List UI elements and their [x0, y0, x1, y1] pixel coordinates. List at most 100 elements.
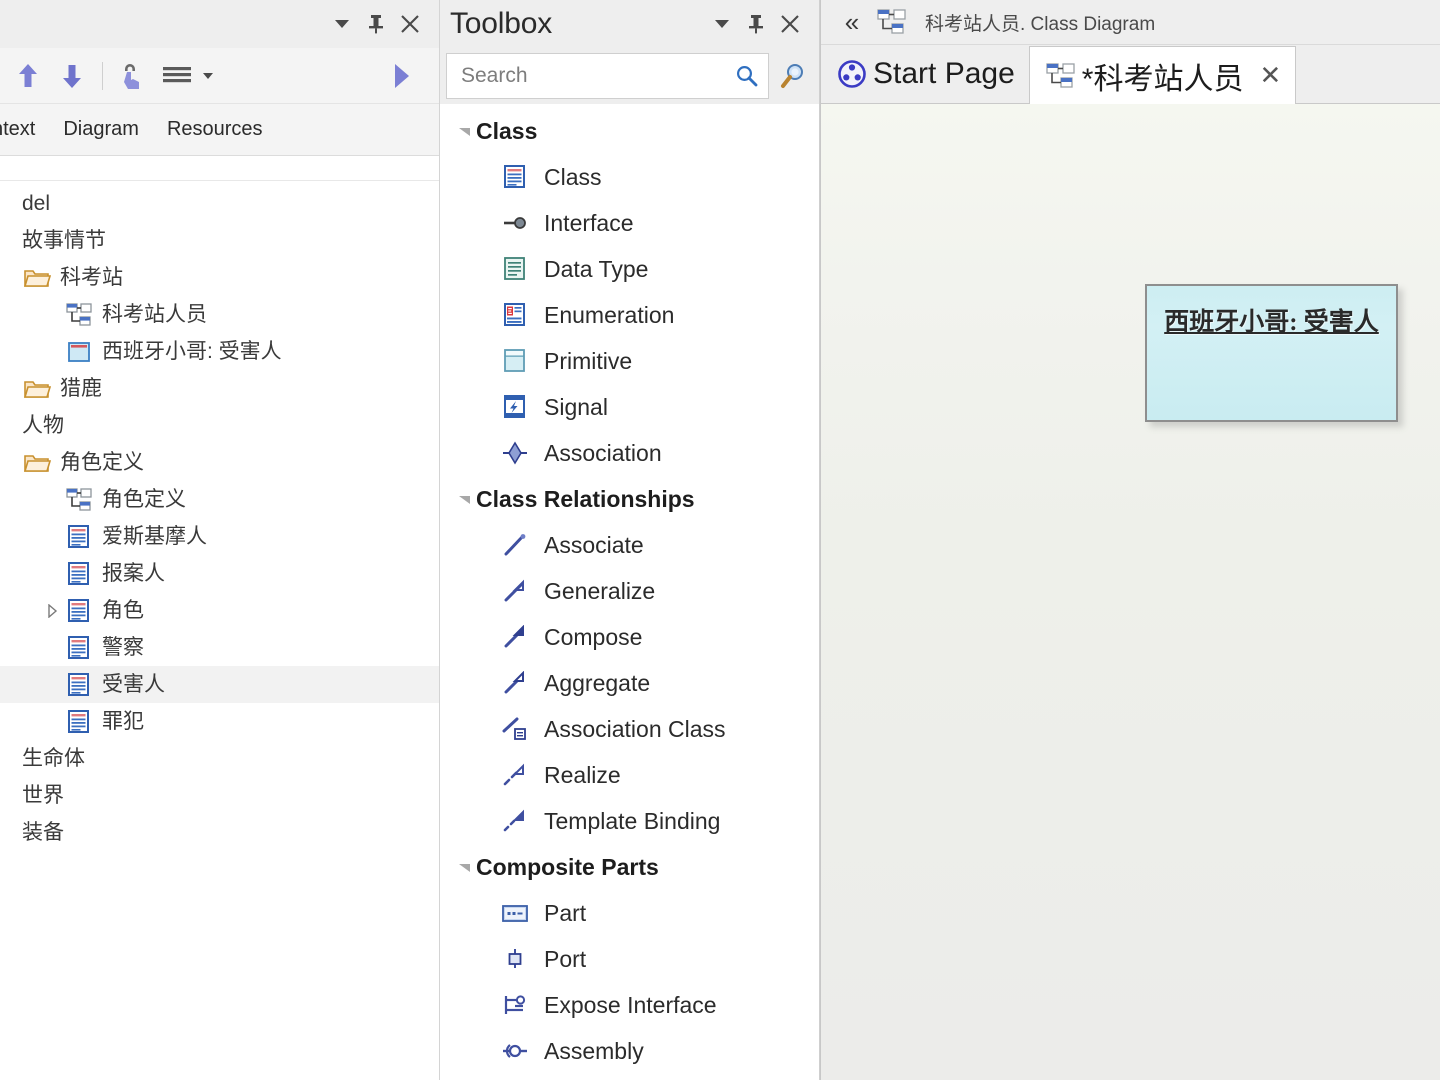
toolbox-item[interactable]: Signal	[440, 384, 819, 430]
application-window: ntext Diagram Resources del故事情节科考站科考站人员西…	[0, 0, 1440, 1080]
toolbox-item-icon	[496, 292, 534, 338]
close-icon[interactable]	[773, 7, 807, 41]
model-tree[interactable]: del 故事情节 科考站 科考站人员 西班牙小哥: 受害人 猎鹿 人物 角色定义 角色定义 爱斯基…	[0, 181, 439, 1080]
tree-item[interactable]: 角色	[0, 592, 439, 629]
close-icon[interactable]	[393, 7, 427, 41]
tree-expander-placeholder	[42, 518, 64, 555]
toolbox-item[interactable]: Class	[440, 154, 819, 200]
pin-icon[interactable]	[359, 7, 393, 41]
tree-item[interactable]: 猎鹿	[0, 370, 439, 407]
toolbox-item-label: Enumeration	[544, 301, 675, 328]
toolbox-item-icon	[496, 982, 534, 1028]
tree-expander-placeholder	[0, 370, 22, 407]
toolbox-item-list[interactable]: Class Class Interface Data Type Enumeration P…	[440, 104, 819, 1080]
tree-item[interactable]: 受害人	[0, 666, 439, 703]
tree-item[interactable]: 角色定义	[0, 444, 439, 481]
collapse-panel-icon[interactable]: «	[835, 5, 869, 39]
toolbox-item[interactable]: Expose Interface	[440, 982, 819, 1028]
toolbox-item[interactable]: Association Class	[440, 706, 819, 752]
class-icon	[68, 672, 90, 697]
tab-class-diagram[interactable]: *科考站人员 ✕	[1028, 46, 1297, 104]
tree-item[interactable]: 人物	[0, 407, 439, 444]
tree-item[interactable]: 世界	[0, 777, 439, 814]
toolbox-item-icon	[496, 384, 534, 430]
toolbox-item-icon	[496, 522, 534, 568]
toolbox-item-label: Generalize	[544, 577, 656, 604]
chevron-down-icon[interactable]	[199, 54, 217, 98]
toolbox-item[interactable]: Aggregate	[440, 660, 819, 706]
uml-instance-node[interactable]: 西班牙小哥: 受害人	[1145, 284, 1398, 422]
triangle-collapse-icon[interactable]	[454, 860, 476, 874]
toolbox-item-icon	[496, 614, 534, 660]
chevron-down-icon[interactable]	[705, 7, 739, 41]
toolbox-group-header[interactable]: Class	[440, 108, 819, 154]
interface-icon	[502, 211, 528, 235]
toolbox-item[interactable]: Port	[440, 936, 819, 982]
toolbox-item[interactable]: Associate	[440, 522, 819, 568]
magnifier-icon[interactable]	[769, 52, 817, 100]
primitive-icon	[504, 349, 526, 373]
tree-item[interactable]: 罪犯	[0, 703, 439, 740]
diagram-canvas[interactable]: 西班牙小哥: 受害人	[821, 104, 1440, 1080]
tree-item[interactable]: 科考站人员	[0, 296, 439, 333]
toolbox-item[interactable]: Primitive	[440, 338, 819, 384]
tree-expander-placeholder	[42, 481, 64, 518]
tree-item-icon	[64, 629, 94, 666]
tree-item[interactable]: 爱斯基摩人	[0, 518, 439, 555]
toolbox-item-label: Signal	[544, 393, 608, 420]
triangle-collapse-icon[interactable]	[454, 492, 476, 506]
search-box[interactable]	[446, 53, 769, 99]
toolbox-group-header[interactable]: Class Relationships	[440, 476, 819, 522]
triangle-collapse-icon[interactable]	[454, 124, 476, 138]
hand-pointer-icon[interactable]	[111, 54, 155, 98]
tab-start-page[interactable]: Start Page	[821, 45, 1029, 103]
toolbox-item[interactable]: Interface	[440, 200, 819, 246]
tree-expander-placeholder	[0, 259, 22, 296]
tab-context[interactable]: ntext	[0, 118, 49, 141]
toolbox-item[interactable]: Realize	[440, 752, 819, 798]
toolbox-group-header[interactable]: Composite Parts	[440, 844, 819, 890]
hamburger-icon[interactable]	[155, 54, 199, 98]
chevron-down-icon[interactable]	[325, 7, 359, 41]
tree-item[interactable]: 科考站	[0, 259, 439, 296]
toolbox-item-icon	[496, 798, 534, 844]
toolbox-item[interactable]: Compose	[440, 614, 819, 660]
tree-expander-placeholder	[0, 740, 22, 777]
toolbox-item[interactable]: Data Type	[440, 246, 819, 292]
tree-item[interactable]: 警察	[0, 629, 439, 666]
toolbox-item-icon	[496, 568, 534, 614]
start-page-icon	[835, 58, 869, 90]
class-icon	[68, 635, 90, 660]
arrow-up-icon[interactable]	[6, 54, 50, 98]
toolbox-item[interactable]: Assembly	[440, 1028, 819, 1074]
toolbox-item[interactable]: Part	[440, 890, 819, 936]
toolbox-titlebar: Toolbox	[440, 0, 819, 48]
pin-icon[interactable]	[739, 7, 773, 41]
arrow-down-icon[interactable]	[50, 54, 94, 98]
toolbox-item[interactable]: Template Binding	[440, 798, 819, 844]
toolbox-item-icon	[496, 890, 534, 936]
tree-item[interactable]: 装备	[0, 814, 439, 851]
tree-item[interactable]: 角色定义	[0, 481, 439, 518]
tree-item[interactable]: del	[0, 185, 439, 222]
close-icon[interactable]: ✕	[1259, 60, 1281, 91]
tree-item[interactable]: 故事情节	[0, 222, 439, 259]
search-input[interactable]	[459, 63, 734, 89]
tree-item[interactable]: 西班牙小哥: 受害人	[0, 333, 439, 370]
main-editor-area: « 科考站人员. Class Diagram Start Page *科考站人员…	[820, 0, 1440, 1080]
toolbox-item[interactable]: Generalize	[440, 568, 819, 614]
tab-diagram[interactable]: Diagram	[49, 118, 153, 141]
class-diagram-icon	[869, 8, 915, 36]
tab-resources[interactable]: Resources	[153, 118, 277, 141]
class-diagram-icon	[1044, 62, 1078, 90]
search-icon[interactable]	[734, 63, 760, 89]
browser-subheader	[0, 156, 439, 181]
play-arrow-icon[interactable]	[379, 54, 423, 98]
toolbox-item[interactable]: Enumeration	[440, 292, 819, 338]
tree-item[interactable]: 生命体	[0, 740, 439, 777]
chevron-right-icon[interactable]	[42, 592, 64, 629]
toolbox-item[interactable]: Association	[440, 430, 819, 476]
tree-item-icon	[64, 481, 94, 518]
tab-start-page-label: Start Page	[873, 57, 1015, 90]
tree-item[interactable]: 报案人	[0, 555, 439, 592]
